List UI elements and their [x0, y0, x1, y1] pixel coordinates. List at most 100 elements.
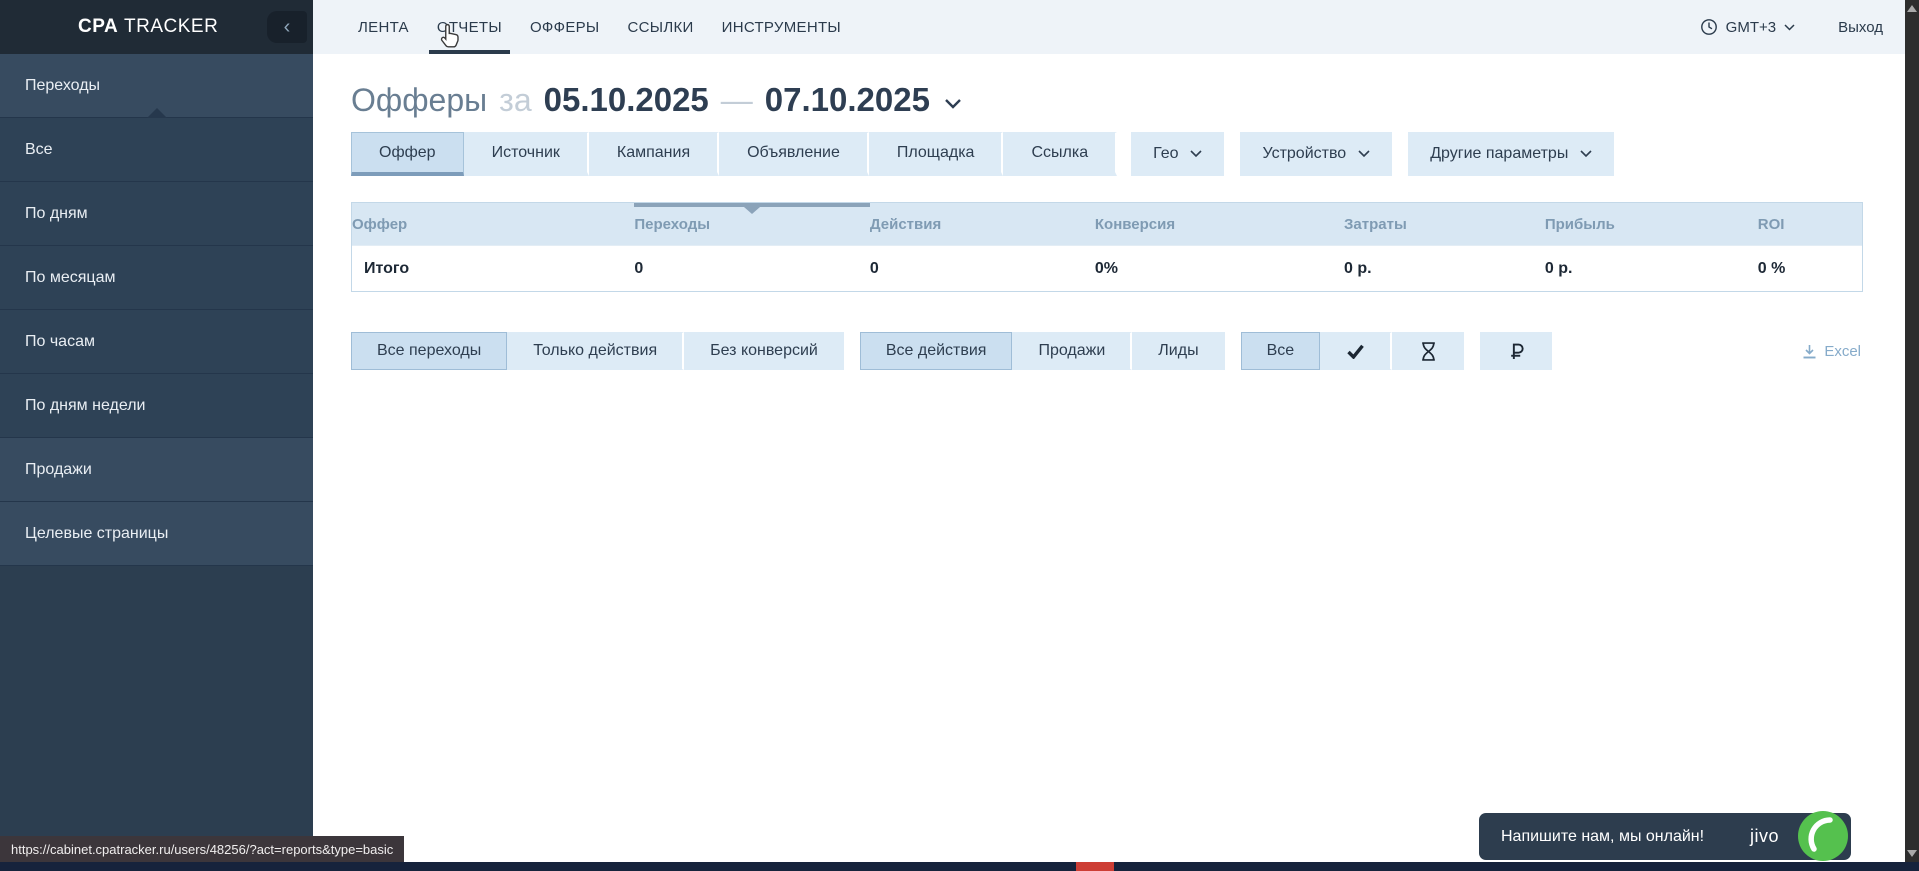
sidebar-item-po-mesyatsam[interactable]: По месяцам	[0, 246, 313, 310]
table-column-header[interactable]: ROI	[1758, 216, 1862, 233]
check-button[interactable]	[1320, 332, 1392, 370]
filter-group-status: Все	[1241, 332, 1465, 370]
table-column-header[interactable]: Конверсия	[1095, 216, 1344, 233]
nav-ssylki[interactable]: ССЫЛКИ	[614, 0, 708, 54]
chevron-down-icon	[1784, 24, 1795, 31]
sidebar-item-vse[interactable]: Все	[0, 118, 313, 182]
chat-brand-label: jivo	[1750, 826, 1779, 847]
scroll-down-icon[interactable]	[1907, 850, 1917, 857]
ruble-button[interactable]	[1480, 332, 1552, 370]
check-icon	[1347, 344, 1364, 359]
tab-ssylka[interactable]: Ссылка	[1003, 132, 1117, 176]
chevron-down-icon	[1580, 150, 1592, 158]
top-navigation: ЛЕНТАОТЧЕТЫОФФЕРЫССЫЛКИИНСТРУМЕНТЫ	[313, 0, 855, 54]
table-column-header[interactable]: Оффер	[352, 216, 634, 233]
nav-instrumenty[interactable]: ИНСТРУМЕНТЫ	[708, 0, 855, 54]
sidebar-item-label: Переходы	[25, 77, 100, 95]
totals-profit: 0 р.	[1545, 260, 1758, 278]
app-logo: CPA TRACKER	[78, 16, 218, 38]
dropdown-ustroystvo[interactable]: Устройство	[1240, 132, 1392, 176]
export-excel-label: Excel	[1824, 343, 1861, 360]
top-bar: ЛЕНТАОТЧЕТЫОФФЕРЫССЫЛКИИНСТРУМЕНТЫ GMT+3…	[313, 0, 1905, 54]
timezone-selector[interactable]: GMT+3	[1700, 18, 1795, 36]
filter-group-traffic: Все переходыТолько действияБез конверсий	[351, 332, 844, 370]
table-column-header[interactable]: Затраты	[1344, 216, 1545, 233]
export-excel-link[interactable]: Excel	[1802, 343, 1863, 360]
app-window: CPA TRACKER ‹ Переходы Все По дням По ме…	[0, 0, 1919, 871]
filter-lidy[interactable]: Лиды	[1132, 332, 1224, 370]
table-column-header[interactable]: Прибыль	[1545, 216, 1758, 233]
date-range-chevron-icon[interactable]	[944, 98, 962, 110]
jivo-logo-icon	[1797, 810, 1849, 862]
chat-widget[interactable]: Напишите нам, мы онлайн! jivo	[1479, 813, 1851, 860]
table-totals-row: Итого 0 0 0% 0 р. 0 р. 0 %	[352, 245, 1862, 291]
dropdown-label: Другие параметры	[1430, 145, 1568, 163]
tab-obyavlenie[interactable]: Объявление	[719, 132, 869, 176]
sidebar-item-label: По часам	[25, 333, 95, 351]
filter-vse-deystviya[interactable]: Все действия	[860, 332, 1013, 370]
report-table: ОфферПереходыДействияКонверсияЗатратыПри…	[351, 202, 1863, 292]
vertical-scrollbar[interactable]	[1905, 0, 1919, 862]
date-range-separator: —	[721, 82, 753, 119]
sidebar-item-prodazhi[interactable]: Продажи	[0, 438, 313, 502]
dropdown-geo[interactable]: Гео	[1131, 132, 1224, 176]
sort-indicator[interactable]	[634, 203, 870, 207]
nav-offery[interactable]: ОФФЕРЫ	[516, 0, 614, 54]
sidebar-menu: Переходы Все По дням По месяцам По часам…	[0, 54, 313, 566]
filter-group-actions: Все действияПродажиЛиды	[860, 332, 1225, 370]
hourglass-button[interactable]	[1392, 332, 1464, 370]
totals-conversion: 0%	[1095, 260, 1344, 278]
tab-istochnik[interactable]: Источник	[464, 132, 589, 176]
date-range-to[interactable]: 07.10.2025	[765, 81, 930, 119]
timezone-label: GMT+3	[1726, 19, 1776, 36]
filter-toolbar: Все переходыТолько действияБез конверсий…	[351, 332, 1863, 370]
totals-costs: 0 р.	[1344, 260, 1545, 278]
tab-offer[interactable]: Оффер	[351, 132, 464, 176]
report-title-preposition: за	[499, 82, 531, 119]
table-column-header[interactable]: Действия	[870, 216, 1095, 233]
chevron-left-icon: ‹	[284, 16, 291, 39]
sidebar-item-po-chasam[interactable]: По часам	[0, 310, 313, 374]
filter-bez-konversiy[interactable]: Без конверсий	[684, 332, 844, 370]
scroll-up-icon[interactable]	[1907, 5, 1917, 12]
totals-label: Итого	[352, 260, 634, 278]
sidebar-item-label: Все	[25, 141, 53, 159]
app-logo-bold: CPA	[78, 16, 118, 37]
totals-roi: 0 %	[1758, 260, 1862, 278]
filter-tolko-deystviya[interactable]: Только действия	[507, 332, 684, 370]
date-range-from[interactable]: 05.10.2025	[544, 81, 709, 119]
report-page: Офферы за 05.10.2025 — 07.10.2025 ОфферИ…	[313, 54, 1905, 862]
filter-prodazhi[interactable]: Продажи	[1012, 332, 1132, 370]
tab-kampaniya[interactable]: Кампания	[589, 132, 719, 176]
sidebar-item-label: Продажи	[25, 461, 92, 479]
status-bar-url: https://cabinet.cpatracker.ru/users/4825…	[0, 836, 404, 862]
dropdown-drugie-parametry[interactable]: Другие параметры	[1408, 132, 1614, 176]
table-header-row: ОфферПереходыДействияКонверсияЗатратыПри…	[352, 203, 1862, 245]
sidebar-item-label: По дням недели	[25, 397, 145, 415]
sidebar-item-po-dnyam[interactable]: По дням	[0, 182, 313, 246]
nav-lenta[interactable]: ЛЕНТА	[344, 0, 423, 54]
clock-icon	[1700, 18, 1718, 36]
totals-actions: 0	[870, 260, 1095, 278]
report-title: Офферы	[351, 82, 487, 119]
sidebar: CPA TRACKER ‹ Переходы Все По дням По ме…	[0, 0, 313, 871]
hourglass-icon	[1420, 342, 1437, 361]
top-bar-right: GMT+3 Выход	[1700, 0, 1905, 54]
filter-vse[interactable]: Все	[1241, 332, 1321, 370]
sidebar-collapse-button[interactable]: ‹	[267, 11, 307, 43]
chat-message: Напишите нам, мы онлайн!	[1501, 828, 1704, 846]
filter-group-currency	[1480, 332, 1552, 370]
sidebar-item-po-dnyam-nedeli[interactable]: По дням недели	[0, 374, 313, 438]
table-column-header[interactable]: Переходы	[634, 216, 870, 233]
dropdown-label: Устройство	[1262, 145, 1346, 163]
sidebar-item-label: Целевые страницы	[25, 525, 168, 543]
download-icon	[1802, 344, 1817, 359]
dimension-tabs: ОфферИсточникКампанияОбъявлениеПлощадкаС…	[351, 132, 1117, 176]
logout-link[interactable]: Выход	[1838, 19, 1883, 36]
taskbar-red-indicator	[1076, 862, 1114, 871]
dropdown-label: Гео	[1153, 145, 1178, 163]
filter-vse-perekhody[interactable]: Все переходы	[351, 332, 507, 370]
tab-ploshchadka[interactable]: Площадка	[869, 132, 1004, 176]
bottom-taskbar-strip	[0, 862, 1919, 871]
sidebar-item-tselevye-stranitsy[interactable]: Целевые страницы	[0, 502, 313, 566]
